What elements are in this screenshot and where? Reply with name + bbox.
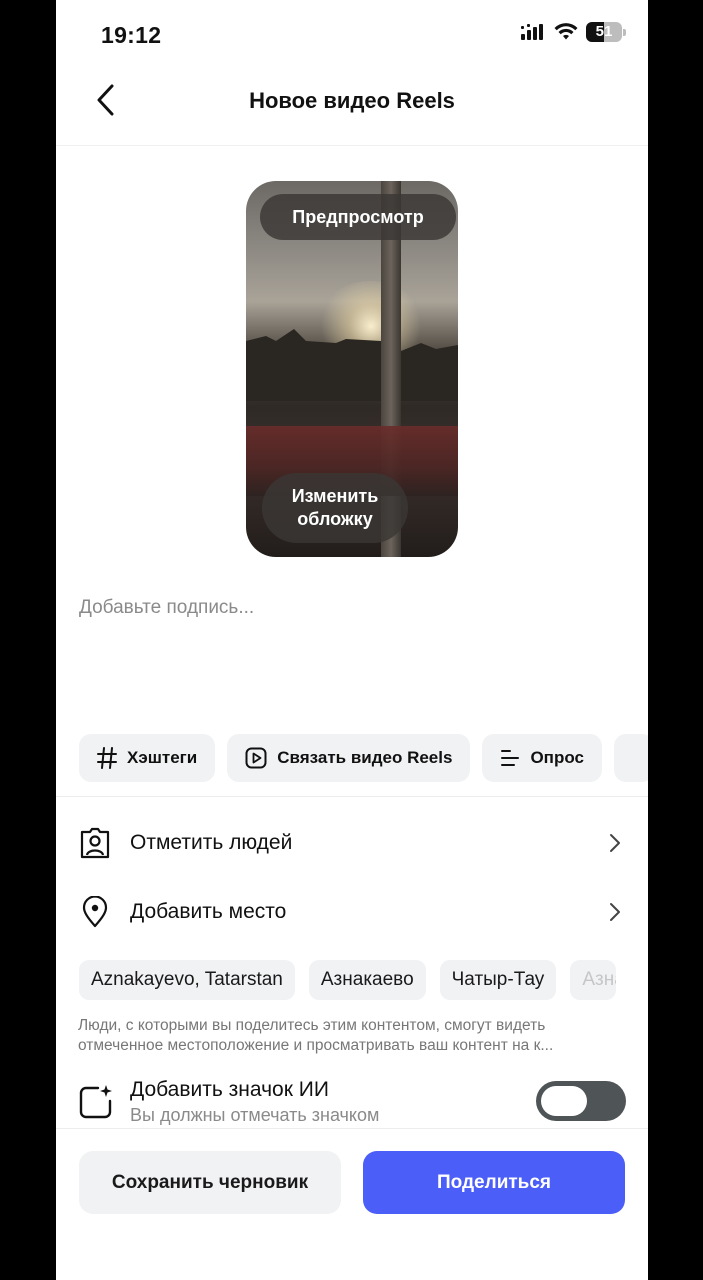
page-title: Новое видео Reels [249, 88, 455, 113]
chevron-right-icon [604, 832, 626, 854]
wifi-icon [554, 23, 578, 40]
hashtags-chip[interactable]: Хэштеги [79, 734, 216, 782]
tag-people-label: Отметить людей [130, 831, 293, 854]
battery-icon: 51 [586, 22, 626, 42]
location-note-line1: Люди, с которыми вы поделитесь этим конт… [78, 1017, 546, 1034]
chevron-right-icon [604, 901, 626, 923]
caption-input[interactable]: Добавьте подпись... [79, 597, 254, 619]
more-chip[interactable] [613, 734, 648, 782]
save-draft-button[interactable]: Сохранить черновик [79, 1151, 341, 1214]
status-icons: 51 [520, 22, 626, 42]
place-suggestions: Aznakayevo, Tatarstan Азнакаево Чатыр-Та… [79, 960, 617, 1000]
tag-people-icon [78, 826, 112, 860]
place-chip[interactable]: Чатыр-Тау [439, 960, 557, 1000]
caption-tools: Хэштеги Связать видео Reels Опрос [79, 734, 648, 782]
share-button[interactable]: Поделиться [363, 1151, 625, 1214]
change-cover-label-line1: Изменить [291, 486, 379, 506]
location-pin-icon [78, 895, 112, 929]
add-place-row[interactable]: Добавить место [78, 886, 626, 938]
change-cover-label-line2: обложку [297, 509, 373, 529]
status-time: 19:12 [101, 22, 162, 48]
add-place-label: Добавить место [130, 900, 287, 923]
change-cover-button[interactable]: Изменить обложку [262, 473, 408, 543]
ai-label-icon [79, 1085, 112, 1119]
ai-label-toggle[interactable] [536, 1081, 626, 1121]
place-chip[interactable]: Азнакаевский [570, 960, 617, 1000]
video-frame-rooftops [246, 329, 458, 401]
toggle-knob [541, 1086, 587, 1116]
hash-icon [97, 747, 117, 769]
tag-people-row[interactable]: Отметить людей [78, 817, 626, 869]
place-chip[interactable]: Азнакаево [308, 960, 426, 1000]
bottom-action-bar: Сохранить черновик Поделиться [56, 1128, 648, 1280]
poll-chip[interactable]: Опрос [482, 734, 602, 782]
video-preview[interactable]: Предпросмотр Изменить обложку [246, 181, 458, 557]
place-chip[interactable]: Aznakayevo, Tatarstan [79, 960, 295, 1000]
poll-icon [501, 750, 520, 766]
battery-percent: 51 [595, 23, 613, 40]
ai-label-row: Добавить значок ИИ Вы должны отмечать зн… [78, 1074, 626, 1130]
battery-cap [623, 29, 626, 36]
location-note-line2: отмеченное местоположение и просматриват… [78, 1037, 554, 1054]
reels-link-icon [245, 747, 267, 769]
status-bar: 19:12 51 [56, 0, 648, 66]
divider [56, 796, 648, 797]
hashtags-chip-label: Хэштеги [127, 748, 198, 767]
cellular-signal-icon [521, 24, 543, 40]
link-reels-chip-label: Связать видео Reels [277, 748, 453, 767]
header: Новое видео Reels [56, 66, 648, 146]
screen: 19:12 51 Новое видео Reels Предпросмотр … [56, 0, 648, 1280]
location-note: Люди, с которыми вы поделитесь этим конт… [78, 1016, 646, 1056]
ai-label-title: Добавить значок ИИ [130, 1078, 329, 1101]
link-reels-chip[interactable]: Связать видео Reels [227, 734, 471, 782]
poll-chip-label: Опрос [530, 748, 584, 767]
preview-button[interactable]: Предпросмотр [260, 194, 456, 240]
ai-label-subtitle: Вы должны отмечать значком [130, 1105, 380, 1125]
